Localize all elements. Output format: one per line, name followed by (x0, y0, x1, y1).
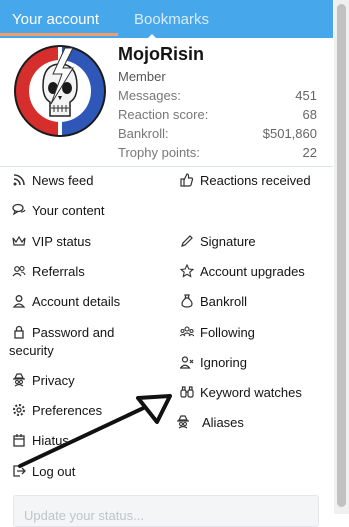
user-title: Member (118, 69, 166, 84)
menu-vip-status[interactable]: VIP status (12, 233, 91, 251)
lock-icon (12, 325, 28, 339)
menu-account-upgrades[interactable]: Account upgrades (179, 263, 305, 281)
users-icon (12, 264, 28, 278)
calendar-icon (12, 433, 28, 447)
scrollbar-thumb[interactable] (337, 4, 346, 507)
menu-preferences[interactable]: Preferences (12, 402, 102, 420)
menu-signature[interactable]: Signature (180, 233, 256, 251)
rss-icon (12, 173, 28, 187)
spy-icon (176, 415, 192, 429)
menu-password-security-cont[interactable]: security (9, 342, 54, 360)
money-bag-icon (180, 294, 196, 308)
users-follow-icon (179, 325, 196, 339)
stat-messages[interactable]: Messages: 451 (118, 86, 317, 105)
spy-icon (12, 373, 28, 387)
username[interactable]: MojoRisin (118, 44, 204, 65)
pencil-icon (180, 234, 196, 248)
menu-bankroll[interactable]: Bankroll (180, 293, 247, 311)
tab-your-account[interactable]: Your account (12, 11, 99, 28)
stat-label: Reaction score: (118, 107, 209, 122)
status-placeholder: Update your status... (24, 508, 144, 523)
menu-privacy[interactable]: Privacy (12, 372, 75, 390)
menu-your-content[interactable]: Your content (12, 202, 105, 220)
stat-label: Messages: (118, 88, 181, 103)
menu-account-details[interactable]: Account details (12, 293, 120, 311)
user-icon (12, 294, 28, 308)
thumbs-up-icon (180, 173, 196, 187)
stat-value: 451 (295, 88, 317, 103)
stat-label: Bankroll: (118, 126, 169, 141)
user-stats: Messages: 451 Reaction score: 68 Bankroll:… (118, 86, 317, 162)
tab-bookmarks[interactable]: Bookmarks (134, 11, 209, 28)
stat-reaction-score[interactable]: Reaction score: 68 (118, 105, 317, 124)
avatar[interactable] (13, 44, 108, 139)
menu-keyword-watches[interactable]: Keyword watches (180, 384, 302, 402)
section-divider (0, 166, 333, 167)
stat-value: 68 (302, 107, 317, 122)
scrollbar[interactable] (334, 0, 349, 514)
menu-reactions-received[interactable]: Reactions received (180, 172, 311, 190)
menu-hiatus[interactable]: Hiatus (12, 432, 69, 450)
stat-value: $501,860 (262, 126, 317, 141)
status-update-input[interactable]: Update your status... (13, 495, 319, 527)
menu-following[interactable]: Following (179, 324, 255, 342)
stat-bankroll[interactable]: Bankroll: $501,860 (118, 124, 317, 143)
crown-icon (12, 234, 28, 248)
menu-password-security[interactable]: Password and (12, 324, 114, 342)
menu-ignoring[interactable]: Ignoring (179, 354, 247, 372)
menu-log-out[interactable]: Log out (12, 463, 75, 481)
menu-aliases[interactable]: Aliases (176, 414, 244, 432)
account-tabs: Your account Bookmarks (0, 0, 333, 39)
comments-icon (12, 203, 28, 217)
tab-notch (147, 34, 157, 39)
stat-trophy-points[interactable]: Trophy points: 22 (118, 143, 317, 162)
gear-icon (12, 403, 28, 417)
active-tab-indicator (0, 33, 118, 36)
star-icon (179, 263, 196, 278)
stat-label: Trophy points: (118, 145, 200, 160)
user-x-icon (179, 355, 196, 369)
binoculars-icon (180, 385, 196, 399)
menu-news-feed[interactable]: News feed (12, 172, 93, 190)
stat-value: 22 (302, 145, 317, 160)
menu-referrals[interactable]: Referrals (12, 263, 85, 281)
logout-icon (12, 464, 28, 478)
